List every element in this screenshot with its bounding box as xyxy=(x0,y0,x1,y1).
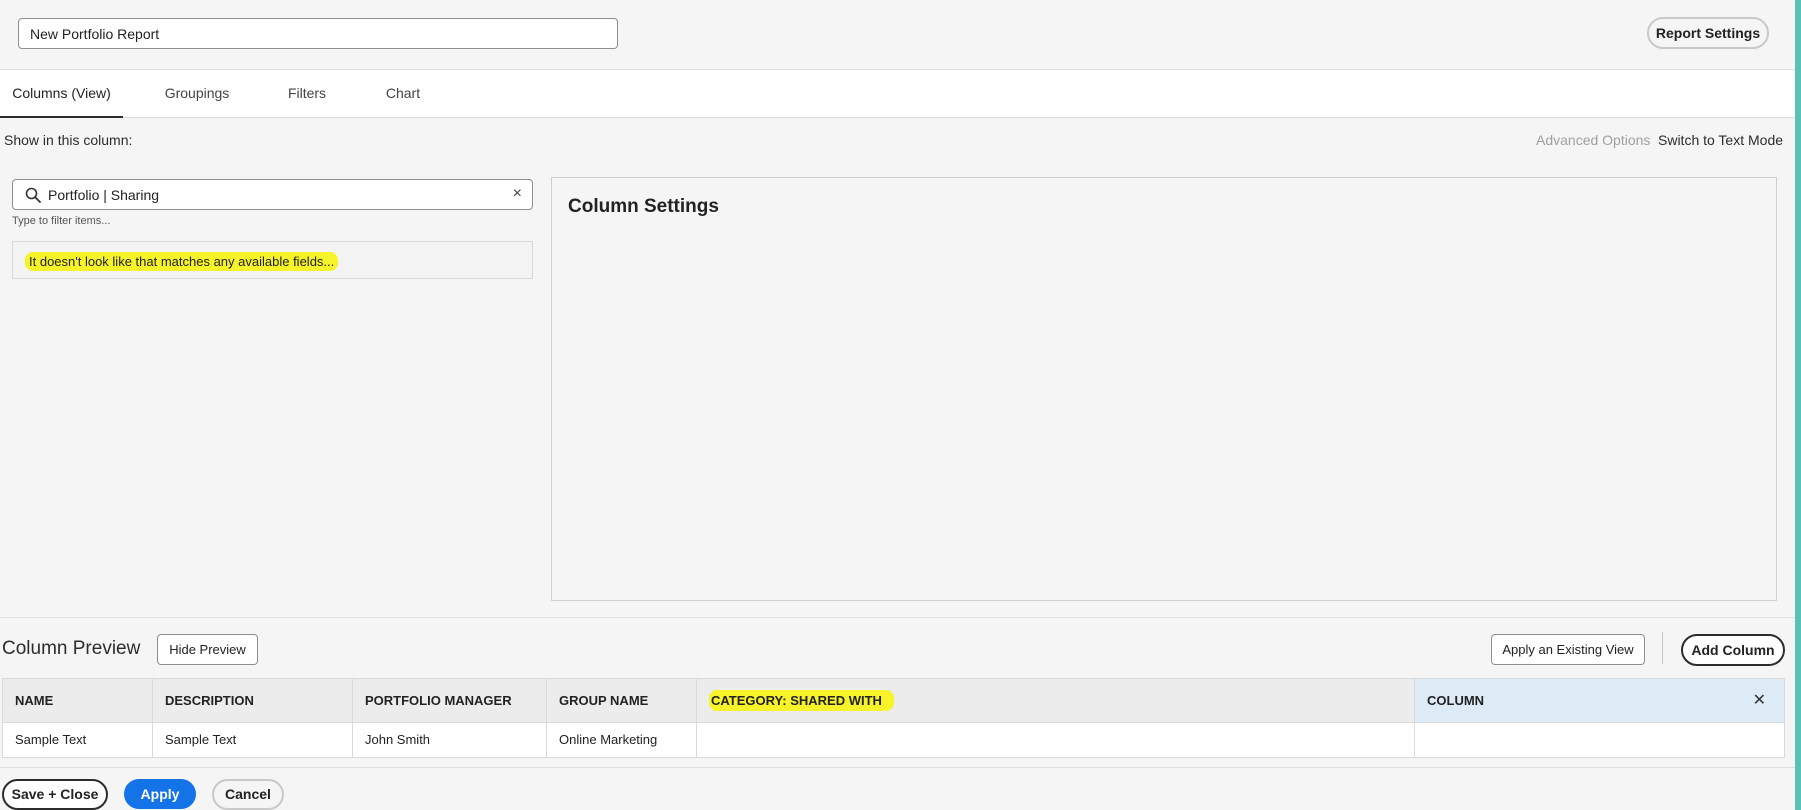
table-cell xyxy=(697,723,1415,757)
cancel-button[interactable]: Cancel xyxy=(212,779,284,810)
column-header[interactable]: DESCRIPTION xyxy=(153,679,353,722)
table-cell xyxy=(1415,723,1784,757)
no-match-message: It doesn't look like that matches any av… xyxy=(25,252,339,271)
advanced-options-link[interactable]: Advanced Options xyxy=(1536,132,1650,148)
report-title-input[interactable] xyxy=(18,18,618,49)
column-preview-title: Column Preview xyxy=(2,638,141,659)
search-value[interactable]: Portfolio | Sharing xyxy=(48,187,159,203)
close-icon[interactable]: × xyxy=(513,185,522,203)
tab-bar: Columns (View) Groupings Filters Chart xyxy=(0,70,1795,118)
tab-chart[interactable]: Chart xyxy=(377,70,429,118)
hide-preview-button[interactable]: Hide Preview xyxy=(157,634,258,665)
filter-hint: Type to filter items... xyxy=(12,215,111,227)
column-header[interactable]: NAME xyxy=(3,679,153,722)
column-settings-title: Column Settings xyxy=(568,196,719,217)
field-search-input[interactable]: Portfolio | Sharing × xyxy=(12,179,533,210)
show-in-column-label: Show in this column: xyxy=(4,132,133,148)
divider xyxy=(1662,632,1663,664)
column-settings-panel: Column Settings xyxy=(551,177,1777,601)
column-header[interactable]: PORTFOLIO MANAGER xyxy=(353,679,547,722)
column-header[interactable]: GROUP NAME xyxy=(547,679,697,722)
add-column-button[interactable]: Add Column xyxy=(1681,634,1785,666)
tab-columns-view[interactable]: Columns (View) xyxy=(0,70,123,118)
switch-to-text-mode-link[interactable]: Switch to Text Mode xyxy=(1658,132,1783,148)
divider xyxy=(0,617,1795,618)
table-cell: John Smith xyxy=(353,723,547,757)
tab-filters[interactable]: Filters xyxy=(278,70,336,118)
apply-existing-view-button[interactable]: Apply an Existing View xyxy=(1491,634,1645,665)
apply-button[interactable]: Apply xyxy=(124,779,196,809)
no-match-box: It doesn't look like that matches any av… xyxy=(12,241,533,279)
table-cell: Sample Text xyxy=(153,723,353,757)
column-header[interactable]: CATEGORY: SHARED WITH xyxy=(697,679,1415,722)
close-icon[interactable]: ✕ xyxy=(1753,679,1766,722)
header: Report Settings xyxy=(0,0,1795,70)
table-cell: Online Marketing xyxy=(547,723,697,757)
table-cell: Sample Text xyxy=(3,723,153,757)
right-edge-accent xyxy=(1795,0,1801,810)
tab-groupings[interactable]: Groupings xyxy=(153,70,241,118)
column-header-label: CATEGORY: SHARED WITH xyxy=(709,690,894,711)
table-header-row: NAME DESCRIPTION PORTFOLIO MANAGER GROUP… xyxy=(2,678,1785,723)
divider xyxy=(0,767,1795,768)
report-settings-button[interactable]: Report Settings xyxy=(1647,17,1769,49)
search-icon xyxy=(25,187,41,203)
column-header-label: COLUMN xyxy=(1427,693,1485,708)
report-builder-page: Report Settings Columns (View) Groupings… xyxy=(0,0,1801,810)
table-row: Sample Text Sample Text John Smith Onlin… xyxy=(2,723,1785,758)
column-header-selected[interactable]: COLUMN ✕ xyxy=(1415,679,1784,722)
save-close-button[interactable]: Save + Close xyxy=(2,779,108,810)
